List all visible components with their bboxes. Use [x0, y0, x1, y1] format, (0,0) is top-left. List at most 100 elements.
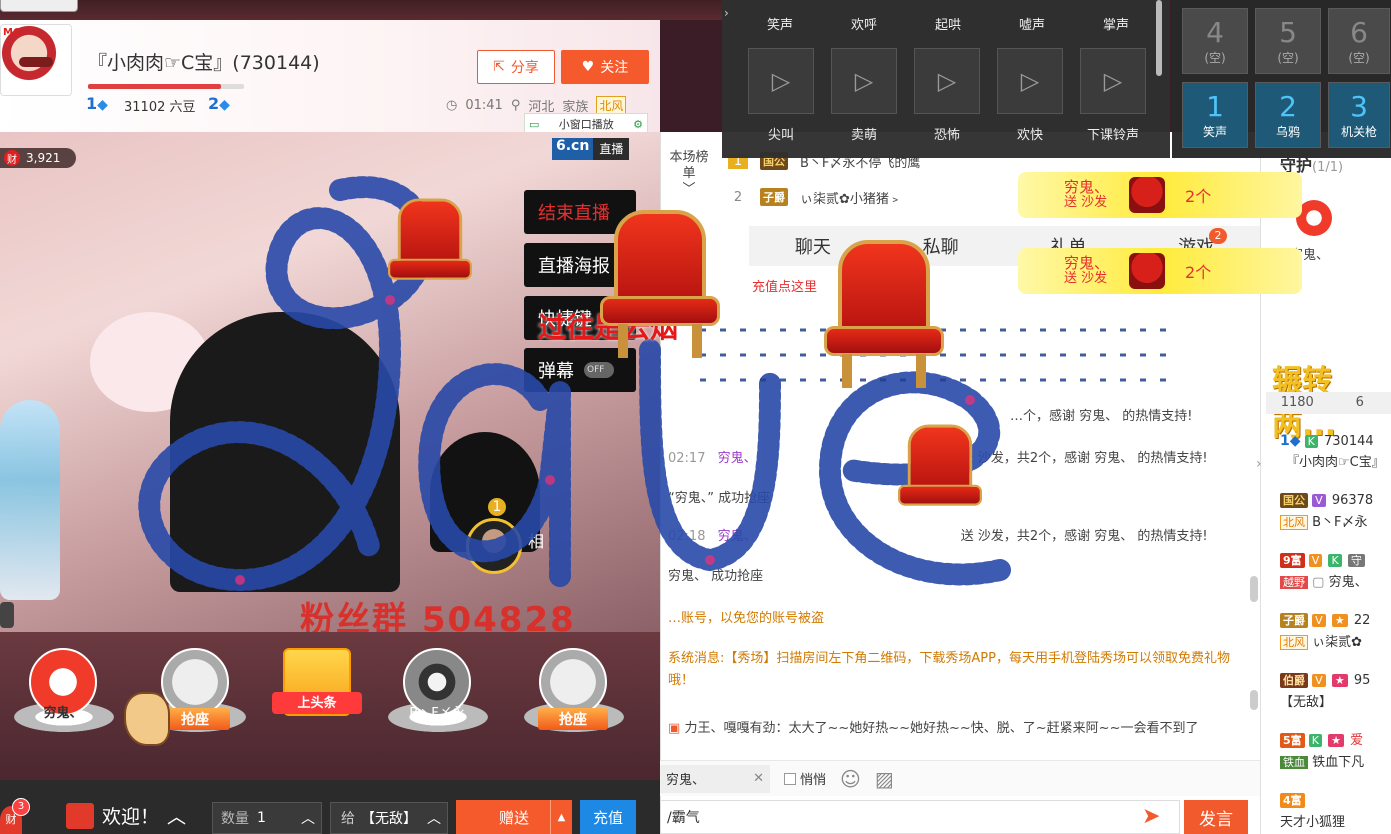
hotkey-slot-5[interactable]: 5 (空) [1255, 8, 1321, 74]
audience-user-name[interactable]: 天才小狐狸 [1280, 812, 1391, 834]
level-badge: V [1312, 674, 1326, 687]
star-icon: ★ [1331, 674, 1348, 687]
seat-1[interactable]: 穷鬼、 [4, 642, 122, 772]
sfx-label[interactable]: 掌声 [1103, 14, 1129, 33]
message-input[interactable]: /霸气 [660, 800, 1180, 834]
audience-user[interactable]: 北风 B丶F〆永 [1280, 512, 1391, 534]
danmaku-switch[interactable]: OFF [584, 362, 614, 378]
recharge-button[interactable]: 充值 [580, 800, 636, 834]
live-label: 直播 [593, 138, 630, 160]
guest-avatar[interactable]: 1 相 [466, 498, 544, 574]
system-message: 系统消息:【秀场】扫描房间左下角二维码，下载秀场APP，每天用手机登陆秀场可以领… [668, 651, 1230, 688]
share-button[interactable]: ⇱ 分享 [477, 50, 555, 84]
audience-user[interactable]: 1◆ K 730144 [1280, 430, 1391, 453]
sfx-play-tile[interactable]: ▷ [831, 48, 897, 114]
sfx-play-tile[interactable]: ▷ [748, 48, 814, 114]
scroll-thumb[interactable] [1250, 576, 1258, 602]
play-icon: ▷ [1103, 67, 1123, 95]
send-gift-button[interactable]: 赠送 ▲ [456, 800, 572, 834]
audience-user[interactable]: 北风 ぃ柒贰✿ [1280, 632, 1391, 654]
audience-user[interactable]: 铁血 铁血下凡 [1280, 752, 1391, 774]
sfx-play-tile[interactable]: ▷ [997, 48, 1063, 114]
anchor-avatar[interactable]: MC [0, 24, 72, 96]
hotkey-label: (空) [1204, 51, 1226, 65]
target-user-chip[interactable]: 穷鬼、 ✕ [660, 764, 770, 793]
recipient-selector[interactable]: 给 【无敌】 ︿ [330, 802, 448, 834]
close-icon[interactable]: ✕ [753, 771, 764, 786]
audience-user[interactable]: 4富 [1280, 790, 1391, 812]
audience-user[interactable]: 国公 V 96378 [1280, 490, 1391, 512]
chevron-up-icon[interactable]: ︿ [427, 808, 441, 828]
message-nick[interactable]: 穷鬼、 [718, 451, 757, 466]
chevron-right-icon[interactable]: › [724, 6, 729, 20]
seat-3-headline[interactable]: 上头条 [258, 642, 376, 772]
audience-user[interactable]: 越野 ▢ 穷鬼、 [1280, 572, 1391, 594]
scroll-thumb[interactable] [1250, 690, 1258, 710]
hotkey-slot-1[interactable]: 1 笑声 [1182, 82, 1248, 148]
rank-row[interactable]: 2 子爵 ぃ柒贰✿小猪猪﹥ [728, 184, 902, 210]
welcome-area[interactable]: 欢迎！ ︿ [66, 802, 186, 829]
fortune-count[interactable]: 财 3,921 [0, 148, 76, 168]
follow-button[interactable]: ♥ 关注 [561, 50, 649, 84]
level-badge: V [1312, 494, 1326, 507]
tab-admin-count[interactable]: 6 [1329, 392, 1391, 414]
quantity-selector[interactable]: 数量 1 ︿ [212, 802, 322, 834]
tab-audience-count[interactable]: 1180 [1266, 392, 1329, 414]
seat-5[interactable]: 抢座 [514, 642, 632, 772]
chevron-up-icon[interactable]: ︿ [167, 802, 186, 829]
hotkey-slot-3[interactable]: 3 机关枪 [1328, 82, 1390, 148]
sfx-play-tile[interactable]: ▷ [1080, 48, 1146, 114]
hotkey-slot-6[interactable]: 6 (空) [1328, 8, 1390, 74]
sfx-label[interactable]: 起哄 [935, 14, 961, 33]
mic-icon[interactable] [0, 602, 14, 628]
paper-plane-icon[interactable]: ➤ [1142, 804, 1160, 829]
audience-user[interactable]: 5富 K ★ 爱 [1280, 730, 1391, 752]
chevron-right-icon[interactable]: › [1256, 456, 1266, 476]
share-label: 分享 [510, 60, 539, 76]
sfx-label[interactable]: 嘘声 [1019, 14, 1045, 33]
chevron-up-icon[interactable]: ︿ [301, 808, 315, 828]
toast-user: 穷鬼、送 沙发 [1064, 179, 1109, 211]
audience-user[interactable]: 伯爵 V ★ 95 [1280, 670, 1391, 692]
emoji-icon[interactable]: ☺ [840, 767, 861, 791]
message-time: 02:18 [668, 529, 706, 544]
sfx-label[interactable]: 欢呼 [851, 14, 877, 33]
hotkey-slot-4[interactable]: 4 (空) [1182, 8, 1248, 74]
sfx-play-tile[interactable]: ▷ [914, 48, 980, 114]
grab-seat-button[interactable]: 抢座 [160, 708, 230, 730]
family-badge: 铁血 [1280, 756, 1308, 769]
audience-user-name[interactable]: 【无敌】 [1280, 692, 1391, 714]
target-user-label: 穷鬼、 [666, 773, 706, 788]
back-tab[interactable] [0, 0, 78, 12]
message-nick[interactable]: 穷鬼、 [718, 529, 757, 544]
chevron-down-icon[interactable]: ﹀ [664, 182, 714, 198]
audience-user-name[interactable]: 『小肉肉☞C宝』 [1286, 452, 1391, 474]
audience-user[interactable]: 子爵 V ★ 22 [1280, 610, 1391, 632]
audience-user-id: 爱 [1350, 733, 1364, 748]
hotkey-label: 机关枪 [1340, 125, 1377, 139]
audience-user[interactable]: 9富 V K 守 [1280, 550, 1391, 572]
fortune-button[interactable]: 财 3 [0, 798, 30, 834]
hotkey-label: 笑声 [1202, 125, 1227, 139]
grab-seat-button[interactable]: 抢座 [538, 708, 608, 730]
avatar-badge: MC [3, 27, 21, 38]
seat-4[interactable]: B丶F〆永 [378, 642, 496, 772]
progress-fill [88, 84, 221, 89]
sfx-scrollbar[interactable] [1156, 0, 1162, 76]
caret-up-icon[interactable]: ▲ [550, 800, 572, 834]
hotkey-number: 2 [1279, 90, 1297, 123]
checkbox-box[interactable] [784, 772, 796, 785]
image-icon[interactable]: ▨ [875, 767, 894, 791]
recharge-tip-link[interactable]: 充值点这里 [752, 276, 817, 295]
whisper-checkbox[interactable]: 悄悄 [784, 769, 826, 788]
play-icon: ▷ [771, 67, 791, 95]
rank-number: 2 [733, 189, 743, 205]
hotkey-slot-2[interactable]: 2 乌鸦 [1255, 82, 1321, 148]
rank-board-title[interactable]: 本场榜单 ﹀ [664, 150, 714, 198]
sfx-label[interactable]: 笑声 [767, 14, 793, 33]
chat-scrollbar[interactable] [1250, 570, 1258, 710]
gear-icon[interactable]: ⚙ [633, 118, 643, 131]
send-message-button[interactable]: 发言 [1184, 800, 1248, 834]
sofa-icon [1129, 177, 1166, 213]
sfx-label: 恐怖 [933, 128, 960, 143]
